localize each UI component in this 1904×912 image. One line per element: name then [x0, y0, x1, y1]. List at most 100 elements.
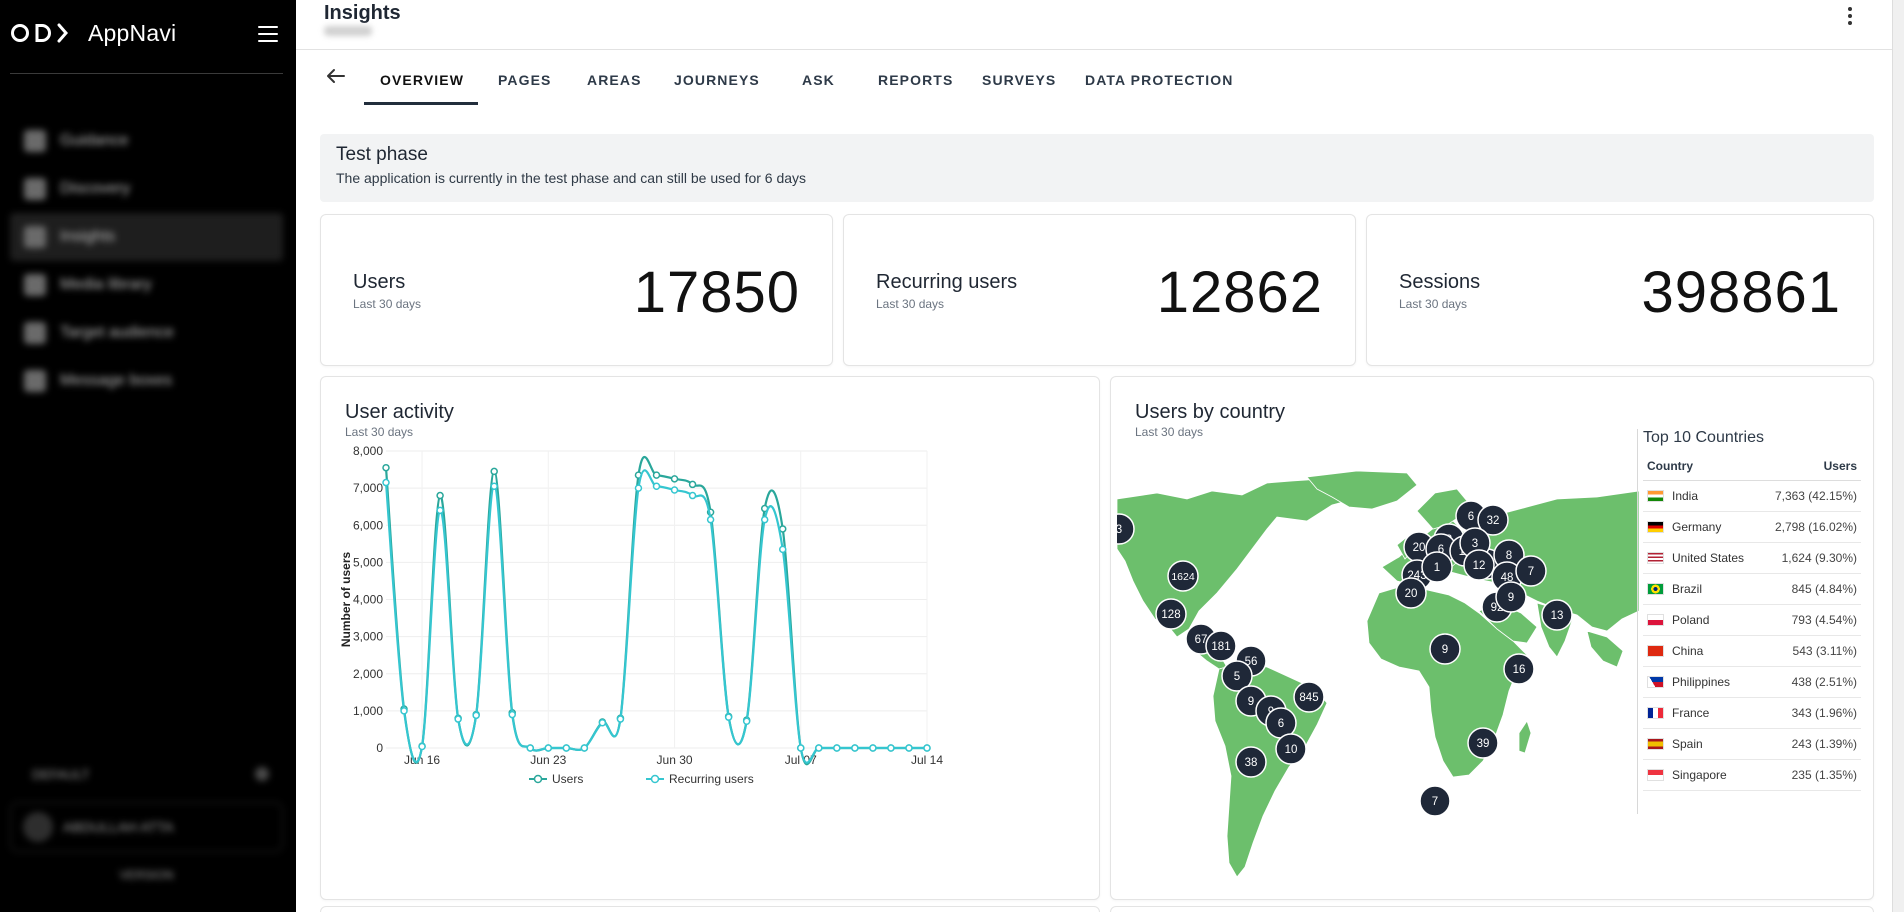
legend-item[interactable]: Recurring users — [646, 772, 754, 786]
data-point[interactable] — [742, 717, 751, 726]
world-map[interactable]: 1624128671815659968451038763282061971848… — [1117, 471, 1639, 879]
table-row[interactable]: United States 1,624 (9.30%) — [1643, 543, 1861, 574]
map-cluster-marker[interactable]: 13 — [1541, 599, 1573, 631]
table-row[interactable]: Germany 2,798 (16.02%) — [1643, 512, 1861, 543]
marker-count: 7 — [1432, 796, 1438, 808]
sidebar-item-discovery[interactable]: Discovery — [10, 165, 283, 213]
map-cluster-marker[interactable]: 9 — [1495, 581, 1527, 613]
table-row[interactable]: Singapore 235 (1.35%) — [1643, 760, 1861, 791]
sidebar-item-media-library[interactable]: Media library — [10, 261, 283, 309]
data-point[interactable] — [652, 471, 661, 479]
menu-toggle-icon[interactable] — [256, 24, 280, 44]
tab-journeys[interactable]: JOURNEYS — [674, 72, 760, 88]
tab-overview[interactable]: OVERVIEW — [380, 72, 464, 88]
workspace-selector[interactable]: DEFAULT — [10, 760, 283, 788]
data-point[interactable] — [454, 715, 462, 723]
sidebar-item-guidance[interactable]: Guidance — [10, 117, 283, 165]
data-point[interactable] — [815, 744, 823, 752]
data-point[interactable] — [688, 491, 697, 500]
data-point[interactable] — [905, 744, 913, 752]
map-cluster-marker[interactable]: 1 — [1421, 551, 1453, 583]
column-header-country: Country — [1647, 458, 1693, 473]
map-cluster-marker[interactable]: 10 — [1275, 733, 1307, 765]
data-point[interactable] — [923, 744, 931, 752]
map-cluster-marker[interactable]: 1624 — [1167, 560, 1199, 592]
back-arrow-icon[interactable] — [326, 68, 346, 84]
map-cluster-marker[interactable]: 38 — [1235, 746, 1267, 778]
data-point[interactable] — [670, 475, 679, 483]
table-row[interactable]: India 7,363 (42.15%) — [1643, 481, 1861, 512]
tab-pages[interactable]: PAGES — [498, 72, 551, 88]
more-options-icon[interactable] — [1844, 6, 1856, 26]
map-cluster-marker[interactable]: 16 — [1503, 653, 1535, 685]
data-point[interactable] — [418, 742, 426, 751]
data-point[interactable] — [706, 515, 715, 524]
map-cluster-marker[interactable]: 12 — [1463, 549, 1495, 581]
data-point[interactable] — [562, 744, 571, 752]
data-point[interactable] — [580, 744, 589, 752]
brazil-flag-icon — [1647, 583, 1664, 595]
data-point[interactable] — [652, 482, 661, 491]
data-point[interactable] — [508, 710, 516, 719]
table-row[interactable]: France 343 (1.96%) — [1643, 698, 1861, 729]
data-point[interactable] — [544, 744, 553, 752]
logo[interactable]: AppNavi — [10, 18, 176, 48]
country-name: France — [1672, 706, 1710, 720]
data-point[interactable] — [760, 515, 769, 524]
data-point[interactable] — [490, 467, 498, 476]
legend-item[interactable]: Users — [529, 772, 583, 786]
data-point[interactable] — [526, 744, 535, 752]
tab-surveys[interactable]: SURVEYS — [982, 72, 1056, 88]
map-cluster-marker[interactable]: 39 — [1467, 727, 1499, 759]
sidebar-item-label: Message boxes — [60, 372, 173, 389]
user-menu[interactable]: ABDULLAH ATTA — [10, 802, 283, 852]
data-point[interactable] — [797, 744, 805, 752]
data-point[interactable] — [778, 545, 787, 554]
map-cluster-marker[interactable]: 9 — [1429, 633, 1461, 665]
scrollbar-track[interactable] — [1892, 0, 1904, 912]
land-madagascar — [1518, 720, 1532, 754]
data-point[interactable] — [598, 719, 607, 727]
table-row[interactable]: Brazil 845 (4.84%) — [1643, 574, 1861, 605]
data-point[interactable] — [887, 744, 895, 752]
data-point[interactable] — [688, 480, 697, 489]
data-point[interactable] — [490, 482, 498, 491]
tab-areas[interactable]: AREAS — [587, 72, 642, 88]
map-cluster-marker[interactable]: 181 — [1205, 630, 1237, 662]
data-point[interactable] — [634, 484, 643, 492]
table-row[interactable]: Poland 793 (4.54%) — [1643, 605, 1861, 636]
data-point[interactable] — [851, 744, 859, 752]
table-row[interactable]: Philippines 438 (2.51%) — [1643, 667, 1861, 698]
sidebar-item-insights[interactable]: Insights — [10, 213, 283, 261]
table-row[interactable]: China 543 (3.11%) — [1643, 636, 1861, 667]
map-cluster-marker[interactable]: 128 — [1155, 598, 1187, 630]
data-point[interactable] — [400, 707, 408, 715]
table-row[interactable]: Spain 243 (1.39%) — [1643, 729, 1861, 760]
tab-reports[interactable]: REPORTS — [878, 72, 953, 88]
data-point[interactable] — [382, 478, 390, 487]
page-subtitle — [324, 26, 372, 36]
map-land — [1117, 471, 1639, 878]
map-cluster-marker[interactable]: 7 — [1515, 555, 1547, 587]
map-cluster-marker[interactable]: 845 — [1293, 681, 1325, 713]
data-point[interactable] — [670, 486, 679, 494]
sidebar-item-target-audience[interactable]: Target audience — [10, 309, 283, 357]
data-point[interactable] — [382, 463, 390, 472]
data-point[interactable] — [833, 744, 841, 752]
tab-data-protection[interactable]: DATA PROTECTION — [1085, 72, 1233, 88]
country-name: China — [1672, 644, 1704, 658]
map-cluster-marker[interactable]: 7 — [1419, 785, 1451, 817]
data-point[interactable] — [436, 491, 444, 500]
country-users: 343 (1.96%) — [1791, 706, 1857, 720]
data-point[interactable] — [869, 744, 877, 752]
settings-icon[interactable] — [255, 767, 269, 781]
stat-period: Last 30 days — [876, 297, 945, 311]
data-point[interactable] — [472, 711, 480, 720]
tab-ask[interactable]: ASK — [802, 72, 835, 88]
data-point[interactable] — [724, 713, 733, 721]
sidebar-item-message-boxes[interactable]: Message boxes — [10, 357, 283, 405]
sidebar-item-label: Guidance — [60, 132, 129, 149]
data-point[interactable] — [436, 506, 444, 515]
map-cluster-marker[interactable]: 20 — [1395, 577, 1427, 609]
data-point[interactable] — [616, 715, 625, 723]
